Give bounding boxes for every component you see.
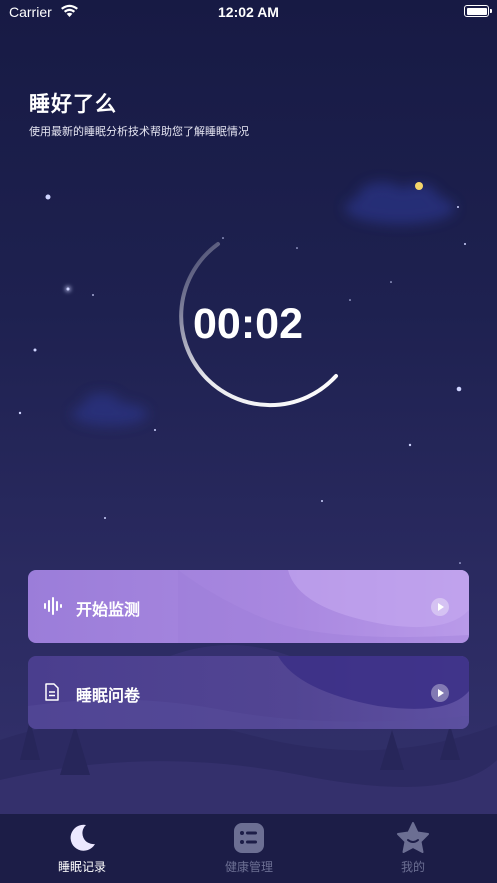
sound-wave-icon — [44, 597, 62, 615]
list-icon — [234, 823, 264, 853]
cloud-icon — [72, 393, 148, 426]
timer-display: 00:02 — [193, 300, 303, 348]
tab-label: 睡眠记录 — [57, 860, 106, 874]
tab-label: 我的 — [400, 860, 425, 874]
tab-bar: 睡眠记录 健康管理 我的 — [0, 814, 497, 883]
night-sky-illustration — [0, 182, 497, 883]
tab-sleep-record[interactable]: 睡眠记录 — [22, 822, 142, 875]
star-icon — [18, 194, 466, 564]
cloud-icon — [345, 182, 455, 224]
start-monitoring-label: 开始监测 — [76, 600, 141, 619]
moon-icon — [70, 824, 95, 851]
sleep-survey-label: 睡眠问卷 — [76, 686, 141, 705]
tab-health-management[interactable]: 健康管理 — [189, 822, 309, 875]
play-icon[interactable] — [431, 598, 449, 616]
tab-label: 健康管理 — [224, 860, 273, 874]
star-face-icon — [397, 822, 429, 853]
tab-me[interactable]: 我的 — [353, 822, 473, 875]
sleep-survey-button[interactable]: 睡眠问卷 — [28, 656, 469, 729]
start-monitoring-button[interactable]: 开始监测 — [28, 570, 469, 643]
moon-dot — [415, 182, 423, 190]
document-icon — [45, 683, 59, 701]
play-icon[interactable] — [431, 684, 449, 702]
